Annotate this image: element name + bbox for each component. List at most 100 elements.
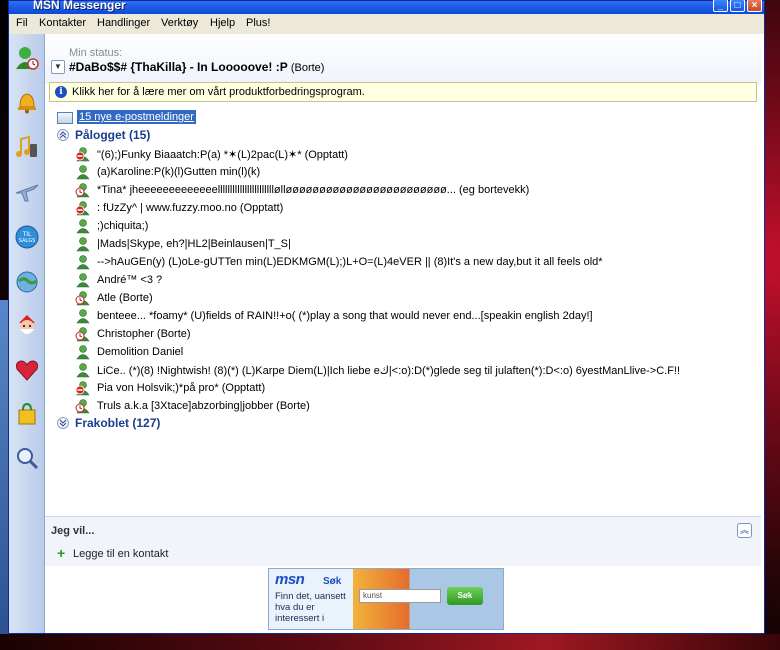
info-bar-text: Klikk her for å lære mer om vårt produkt… xyxy=(72,86,365,98)
tab-sales[interactable]: TIL SALGS xyxy=(12,217,42,257)
contact-name: |Mads|Skype, eh?|HL2|Beinlausen|T_S| xyxy=(97,238,291,250)
buddy-online-icon xyxy=(76,345,90,360)
menu-contacts[interactable]: Kontakter xyxy=(39,17,86,29)
group-offline[interactable]: Frakoblet (127) xyxy=(57,416,160,432)
messenger-window: MSN Messenger _ □ × Fil Kontakter Handli… xyxy=(8,0,765,634)
contact-name: *Tina* jheeeeeeeeeeeeellllllllllllllllll… xyxy=(97,184,530,196)
ad-left-panel: msn Søk Finn det, uansett hva du er inte… xyxy=(271,571,351,629)
music-phone-icon xyxy=(16,135,37,157)
collapse-chevron-icon xyxy=(57,129,69,141)
contact-name: Truls a.k.a [3Xtace]abzorbing|jobber (Bo… xyxy=(97,400,310,412)
tab-search[interactable] xyxy=(12,438,42,478)
magnifier-icon xyxy=(17,448,39,470)
new-email-link[interactable]: 15 nye e-postmeldinger xyxy=(77,110,196,124)
ad-tagline: Finn det, uansett hva du er interessert … xyxy=(275,591,346,624)
info-bar[interactable]: i Klikk her for å lære mer om vårt produ… xyxy=(49,82,757,102)
tab-music[interactable] xyxy=(12,127,42,167)
client-area: TIL SALGS Min status: ▼ #DaBo$$# {ThaKil… xyxy=(9,34,764,633)
menu-bar: Fil Kontakter Handlinger Verktøy Hjelp P… xyxy=(9,14,764,34)
buddy-away-icon xyxy=(75,291,90,306)
contact-name: -->hAuGEn(y) (L)oLe-gUTTen min(L)EDKMGM(… xyxy=(97,256,603,268)
add-contact-label: Legge til en kontakt xyxy=(73,548,169,560)
buddy-online-icon xyxy=(76,273,90,288)
menu-help[interactable]: Hjelp xyxy=(210,17,235,29)
contact-name: : fUzZy^ | www.fuzzy.moo.no (Opptatt) xyxy=(97,202,284,214)
contact-name: André™ <3 ? xyxy=(97,274,163,286)
sale-tag-icon: TIL SALGS xyxy=(15,225,39,249)
envelope-icon xyxy=(57,112,73,124)
contact-name: Demolition Daniel xyxy=(97,346,184,358)
info-icon: i xyxy=(55,86,67,98)
tab-contacts[interactable] xyxy=(12,38,42,78)
contact-name: "(6);)Funky Biaaatch:P(a) *✶(L)2pac(L)✶*… xyxy=(97,149,348,161)
main-pane: Min status: ▼ #DaBo$$# {ThaKilla} - In L… xyxy=(45,34,761,633)
buddy-online-icon xyxy=(76,219,90,234)
maximize-button[interactable]: □ xyxy=(730,0,745,12)
status-label: Min status: xyxy=(69,47,123,59)
contact-name: ;)chiquita;) xyxy=(97,220,149,232)
msn-search-ad-banner[interactable]: msn Søk Finn det, uansett hva du er inte… xyxy=(268,568,504,630)
contact-name: Pia von Holsvik;)*på pro* (Opptatt) xyxy=(97,382,266,394)
menu-actions[interactable]: Handlinger xyxy=(97,17,150,29)
ad-area: msn Søk Finn det, uansett hva du er inte… xyxy=(45,566,761,633)
i-want-to-heading: Jeg vil... xyxy=(51,525,95,537)
shopping-bag-icon xyxy=(18,402,36,425)
menu-file[interactable]: Fil xyxy=(16,17,28,29)
menu-plus[interactable]: Plus! xyxy=(246,17,270,29)
buddy-online-icon xyxy=(76,165,90,180)
svg-text:TIL: TIL xyxy=(22,231,32,238)
contact-name: LiCe.. (*)(8) !Nightwish! (8)(*) (L)Karp… xyxy=(97,365,681,377)
group-online[interactable]: Pålogget (15) xyxy=(57,128,150,144)
ad-search-input[interactable]: kunst xyxy=(359,589,441,603)
ad-search-button[interactable]: Søk xyxy=(447,587,483,605)
heart-icon xyxy=(16,360,38,381)
tab-dating[interactable] xyxy=(12,350,42,390)
tab-santa[interactable] xyxy=(12,306,42,346)
contact-name: Atle (Borte) xyxy=(97,292,153,304)
expand-chevron-icon xyxy=(57,417,69,429)
menu-tools[interactable]: Verktøy xyxy=(161,17,198,29)
santa-icon xyxy=(19,315,35,334)
contact-list: 15 nye e-postmeldinger Pålogget (15) "(6… xyxy=(45,106,761,516)
collapse-panel-button[interactable]: ︽ xyxy=(737,523,752,538)
globe-icon xyxy=(16,271,38,293)
svg-text:SALGS: SALGS xyxy=(19,238,36,244)
buddy-busy-icon xyxy=(75,381,90,396)
airplane-icon xyxy=(15,184,39,202)
contact-name: benteee... *foamy* (U)fields of RAIN!!+o… xyxy=(97,310,593,322)
buddy-online-icon xyxy=(76,237,90,252)
buddy-busy-icon xyxy=(75,147,90,162)
group-online-label: Pålogget (15) xyxy=(75,128,151,142)
plus-icon: + xyxy=(57,545,66,561)
ad-search-label: Søk xyxy=(323,576,342,587)
status-display-name[interactable]: #DaBo$$# {ThaKilla} - In Looooove! :P (B… xyxy=(69,60,324,74)
tab-strip: TIL SALGS xyxy=(9,34,45,633)
window-title: MSN Messenger xyxy=(33,0,126,12)
actions-panel: Jeg vil... ︽ + Legge til en kontakt xyxy=(45,516,761,566)
buddy-online-icon xyxy=(76,309,90,324)
contact-name: (a)Karoline:P(k)(l)Gutten min(l)(k) xyxy=(97,166,261,178)
buddy-busy-icon xyxy=(75,201,90,216)
bell-icon xyxy=(18,93,36,114)
buddy-away-icon xyxy=(75,327,90,342)
status-dropdown-button[interactable]: ▼ xyxy=(51,60,65,74)
status-header: Min status: ▼ #DaBo$$# {ThaKilla} - In L… xyxy=(45,34,761,84)
tab-travel[interactable] xyxy=(12,172,42,212)
buddy-online-icon xyxy=(76,363,90,378)
display-name-text: #DaBo$$# {ThaKilla} - In Looooove! :P xyxy=(69,60,288,74)
desktop-bottom-strip xyxy=(0,634,780,650)
status-state-text: (Borte) xyxy=(290,62,325,74)
group-offline-label: Frakoblet (127) xyxy=(75,416,161,430)
buddy-online-icon xyxy=(76,255,90,270)
buddy-away-icon xyxy=(75,183,90,198)
buddy-icon xyxy=(16,47,39,70)
close-button[interactable]: × xyxy=(747,0,762,12)
tab-shopping[interactable] xyxy=(12,394,42,434)
buddy-away-icon xyxy=(75,399,90,414)
tab-alerts[interactable] xyxy=(12,82,42,122)
msn-logo: msn xyxy=(275,571,305,588)
contact-name: Christopher (Borte) xyxy=(97,328,191,340)
tab-games[interactable] xyxy=(12,262,42,302)
title-bar[interactable]: MSN Messenger _ □ × xyxy=(9,0,764,14)
minimize-button[interactable]: _ xyxy=(713,0,728,12)
